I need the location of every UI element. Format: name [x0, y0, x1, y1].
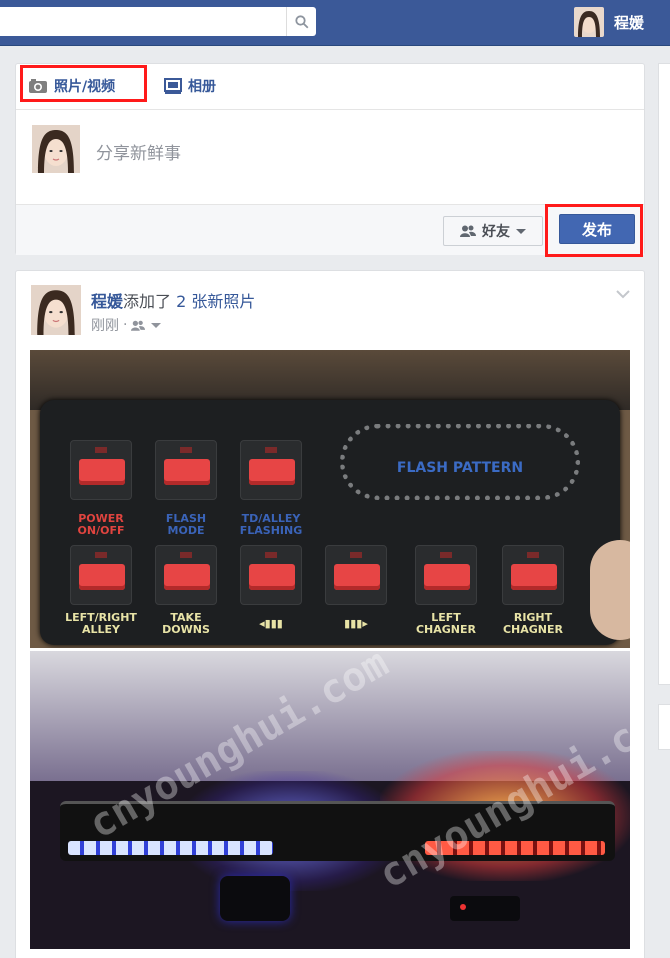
- composer-tabs: 照片/视频 相册: [16, 64, 644, 110]
- tab-album[interactable]: 相册: [164, 76, 216, 96]
- highlight-box-photo-tab: [20, 65, 147, 102]
- separator: ·: [123, 317, 128, 333]
- user-name: 程媛: [614, 13, 645, 32]
- audience-label: 好友: [482, 224, 510, 240]
- keypad-key: [415, 545, 477, 605]
- story-actor[interactable]: 程媛: [91, 292, 123, 311]
- audience-selector[interactable]: 好友: [443, 216, 543, 246]
- blue-leds: [68, 841, 273, 855]
- key-label: ◂▮▮▮: [259, 617, 283, 630]
- keypad-key: [155, 545, 217, 605]
- right-column-card: [658, 704, 670, 750]
- avatar: [32, 125, 80, 173]
- album-icon: [164, 78, 182, 94]
- top-navigation-bar: 程媛: [0, 0, 670, 46]
- highlight-box-post-button: [545, 204, 643, 257]
- remote-control: [450, 896, 520, 921]
- story-meta: 刚刚 ·: [91, 315, 162, 335]
- friends-icon: [460, 225, 476, 237]
- key-label: POWER ON/OFF: [77, 512, 125, 537]
- chevron-down-icon: [516, 228, 526, 234]
- thumb: [590, 540, 630, 640]
- flash-pattern-label: FLASH PATTERN: [396, 460, 524, 476]
- chevron-down-icon[interactable]: [616, 289, 630, 299]
- search-icon: [294, 14, 308, 28]
- composer-placeholder: 分享新鲜事: [96, 144, 181, 164]
- keypad-panel: FLASH PATTERN POWER ON/OFF FLASH MODE TD…: [40, 400, 620, 645]
- key-label: LEFT CHAGNER: [415, 611, 476, 636]
- profile-link[interactable]: 程媛: [574, 6, 644, 38]
- story-header: 程媛添加了 2 张新照片: [91, 288, 255, 312]
- chevron-down-icon[interactable]: [151, 322, 162, 328]
- story-object-link[interactable]: 2 张新照片: [176, 292, 255, 311]
- keypad-key: [240, 545, 302, 605]
- avatar[interactable]: [31, 285, 81, 335]
- key-label: RIGHT CHAGNER: [502, 611, 563, 636]
- keypad-key: [70, 545, 132, 605]
- right-column-card: [658, 63, 670, 685]
- search-button[interactable]: [286, 7, 316, 36]
- keypad-key: [502, 545, 564, 605]
- story-time[interactable]: 刚刚: [91, 315, 119, 335]
- key-label: TD/ALLEY FLASHING: [239, 512, 303, 537]
- key-label: TAKE DOWNS: [162, 611, 210, 636]
- siren-speaker: [220, 876, 290, 921]
- key-label: FLASH MODE: [165, 512, 207, 537]
- key-label: ▮▮▮▸: [344, 617, 368, 630]
- feed-story: 程媛添加了 2 张新照片 刚刚 · FLASH PATTERN POWER ON…: [15, 270, 645, 958]
- composer-input-area[interactable]: 分享新鲜事: [16, 111, 644, 204]
- keypad-key: [70, 440, 132, 500]
- story-photo-keypad[interactable]: FLASH PATTERN POWER ON/OFF FLASH MODE TD…: [30, 350, 630, 648]
- story-photo-lightbar[interactable]: cnyounghui.com cnyounghui.com: [30, 651, 630, 949]
- avatar: [574, 7, 604, 37]
- tab-album-label: 相册: [188, 79, 216, 95]
- keypad-key: [325, 545, 387, 605]
- keypad-key: [155, 440, 217, 500]
- friends-icon[interactable]: [131, 320, 146, 331]
- key-label: LEFT/RIGHT ALLEY: [65, 611, 137, 636]
- keypad-key: [240, 440, 302, 500]
- search-box[interactable]: [0, 7, 316, 36]
- story-action: 添加了: [123, 292, 172, 311]
